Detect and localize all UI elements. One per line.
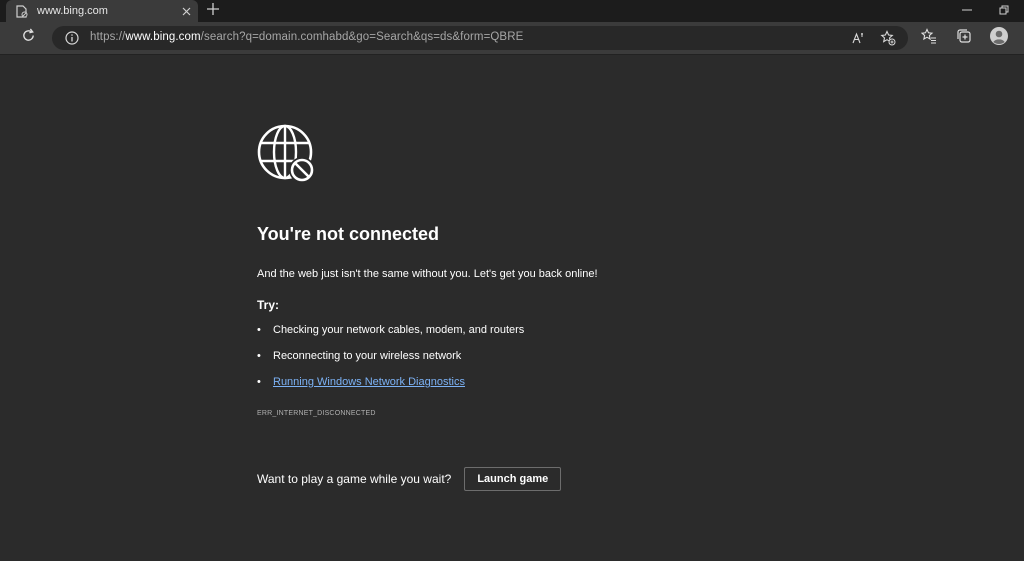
globe-offline-icon (257, 124, 317, 184)
star-add-icon[interactable] (880, 30, 896, 46)
address-bar[interactable]: https://www.bing.com/search?q=domain.com… (52, 26, 908, 50)
minimize-button[interactable] (959, 3, 975, 19)
read-aloud-icon[interactable] (851, 30, 867, 46)
restore-button[interactable] (996, 3, 1012, 19)
tab-active[interactable]: www.bing.com (6, 0, 198, 22)
profile-button[interactable] (989, 26, 1009, 51)
refresh-icon (21, 28, 36, 48)
profile-icon (989, 26, 1009, 51)
try-label: Try: (257, 298, 280, 312)
collections-icon (956, 28, 972, 49)
page-offline-icon (15, 4, 29, 18)
tab-title: www.bing.com (37, 5, 108, 17)
game-prompt-row: Want to play a game while you wait? Laun… (257, 467, 562, 491)
new-tab-button[interactable] (204, 2, 222, 20)
restore-icon (999, 2, 1009, 20)
network-diagnostics-link[interactable]: Running Windows Network Diagnostics (273, 376, 465, 388)
minimize-icon (962, 2, 972, 20)
url-host: www.bing.com (125, 31, 201, 43)
page-subtext: And the web just isn't the same without … (257, 268, 598, 280)
favorites-button[interactable] (919, 27, 939, 49)
error-code: ERR_INTERNET_DISCONNECTED (257, 410, 376, 417)
suggestion-list: • Checking your network cables, modem, an… (257, 320, 524, 398)
close-icon[interactable] (178, 3, 194, 19)
collections-button[interactable] (954, 28, 974, 48)
list-item: • Reconnecting to your wireless network (257, 350, 462, 362)
url-path: /search?q=domain.comhabd&go=Search&qs=ds… (200, 31, 524, 43)
list-item: • Running Windows Network Diagnostics (257, 376, 465, 388)
plus-icon (207, 2, 219, 20)
url-scheme: https:// (90, 31, 126, 43)
tab-strip: www.bing.com (0, 0, 1024, 22)
suggestion-text: Reconnecting to your wireless network (273, 350, 462, 362)
favorites-icon (920, 27, 937, 49)
launch-game-button[interactable]: Launch game (464, 467, 562, 491)
browser-toolbar: https://www.bing.com/search?q=domain.com… (0, 22, 1024, 55)
url-text[interactable]: https://www.bing.com/search?q=domain.com… (90, 31, 523, 43)
game-prompt-text: Want to play a game while you wait? (257, 472, 452, 486)
page-title: You're not connected (257, 224, 439, 244)
info-icon[interactable] (64, 30, 80, 46)
suggestion-text: Checking your network cables, modem, and… (273, 324, 525, 336)
list-item: • Checking your network cables, modem, an… (257, 324, 525, 336)
refresh-button[interactable] (18, 28, 38, 48)
